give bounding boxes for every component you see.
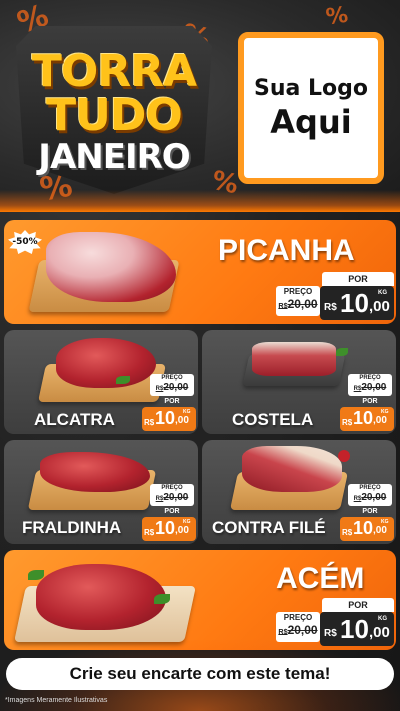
price-tag: POR PREÇO R$20,00 R$ 10 ,00 KG [276,272,394,322]
unit-label: KG [183,409,191,415]
unit-label: KG [378,290,387,296]
price-tag: PREÇO R$20,00 POR R$ 10 ,00 KG [340,482,394,542]
product-card-acem: ACÉM POR PREÇO R$20,00 R$ 10 ,00 KG [4,550,396,650]
price-decimal: ,00 [369,624,390,641]
product-name: PICANHA [218,234,355,267]
product-name: ACÉM [276,562,365,595]
old-price-box: PREÇO R$20,00 [348,374,392,396]
title-line-2: TUDO [46,90,183,141]
logo-text-line-2: Aqui [270,102,352,141]
price-decimal: ,00 [373,415,387,426]
old-price: R$20,00 [278,297,318,311]
new-price-box: R$ 10 ,00 KG [320,286,394,320]
old-price: R$20,00 [155,492,189,503]
herb-garnish [28,570,44,580]
preco-label: PREÇO [283,287,313,296]
preco-label: PREÇO [161,485,183,491]
product-name: CONTRA FILÉ [212,518,326,537]
product-card-picanha: PICANHA POR PREÇO R$20,00 R$ 10 ,00 KG [4,220,396,324]
currency: R$ [324,628,337,639]
new-price-box: R$ 10 ,00 KG [340,517,394,541]
title-line-3: JANEIRO [38,137,190,177]
por-label: POR [164,398,180,405]
por-label: POR [164,508,180,515]
title-line-1: TORRA [31,46,197,97]
currency: R$ [144,418,155,427]
unit-label: KG [381,519,389,525]
meat-image-contra-file [242,446,342,492]
old-price: R$20,00 [353,382,387,393]
preco-label: PREÇO [359,485,381,491]
footnote: *Imagens Meramente Ilustrativas [5,697,108,704]
herb-garnish [116,376,130,384]
new-price-box: R$ 10 ,00 KG [340,407,394,431]
fire-glow [0,190,400,212]
herb-garnish [154,594,170,604]
price-integer: 10 [155,518,176,538]
price-decimal: ,00 [369,298,390,315]
currency: R$ [342,418,353,427]
currency: R$ [342,528,353,537]
tomato-garnish [338,450,350,462]
product-card-costela: COSTELA PREÇO R$20,00 POR R$ 10 ,00 KG [202,330,396,434]
product-name: ALCATRA [34,410,115,429]
por-label: POR [322,272,394,286]
unit-label: KG [381,409,389,415]
old-price-box: PREÇO R$20,00 [150,484,194,506]
campaign-title: TORRA TUDO JANEIRO [16,26,212,194]
product-card-contra-file: CONTRA FILÉ PREÇO R$20,00 POR R$ 10 ,00 … [202,440,396,544]
flyer: % % % % % TORRA TUDO JANEIRO Sua Logo Aq… [0,0,400,711]
price-tag: PREÇO R$20,00 POR R$ 10 ,00 KG [142,482,196,542]
unit-label: KG [378,616,387,622]
old-price: R$20,00 [155,382,189,393]
product-card-alcatra: ALCATRA PREÇO R$20,00 POR R$ 10 ,00 KG [4,330,198,434]
price-tag: PREÇO R$20,00 POR R$ 10 ,00 KG [340,372,394,432]
product-name: FRALDINHA [22,518,122,537]
price-integer: 10 [155,408,176,428]
price-integer: 10 [340,288,369,318]
meat-image-costela [252,342,336,376]
product-name: COSTELA [232,410,314,429]
product-card-fraldinha: FRALDINHA PREÇO R$20,00 POR R$ 10 ,00 KG [4,440,198,544]
old-price-box: PREÇO R$20,00 [276,286,320,316]
old-price: R$20,00 [353,492,387,503]
currency: R$ [324,302,337,313]
meat-image-acem [36,564,166,630]
preco-label: PREÇO [283,613,313,622]
por-label: POR [362,398,378,405]
new-price-box: R$ 10 ,00 KG [142,517,196,541]
price-decimal: ,00 [175,525,189,536]
price-decimal: ,00 [373,525,387,536]
price-integer: 10 [353,408,374,428]
percent-decoration: % [324,2,350,31]
meat-image-fraldinha [40,452,150,492]
logo-placeholder: Sua Logo Aqui [238,32,384,184]
cta-banner[interactable]: Crie seu encarte com este tema! [6,658,394,690]
preco-label: PREÇO [161,375,183,381]
logo-text-line-1: Sua Logo [253,75,368,101]
preco-label: PREÇO [359,375,381,381]
meat-image-picanha [46,232,176,302]
old-price-box: PREÇO R$20,00 [348,484,392,506]
old-price-box: PREÇO R$20,00 [276,612,320,642]
currency: R$ [144,528,155,537]
por-label: POR [362,508,378,515]
old-price: R$20,00 [278,623,318,637]
herb-garnish [336,348,348,356]
price-decimal: ,00 [175,415,189,426]
header: % % % % % TORRA TUDO JANEIRO Sua Logo Aq… [0,0,400,212]
meat-image-alcatra [56,338,156,388]
new-price-box: R$ 10 ,00 KG [142,407,196,431]
unit-label: KG [183,519,191,525]
price-integer: 10 [353,518,374,538]
price-tag: PREÇO R$20,00 POR R$ 10 ,00 KG [142,372,196,432]
por-label: POR [322,598,394,612]
old-price-box: PREÇO R$20,00 [150,374,194,396]
